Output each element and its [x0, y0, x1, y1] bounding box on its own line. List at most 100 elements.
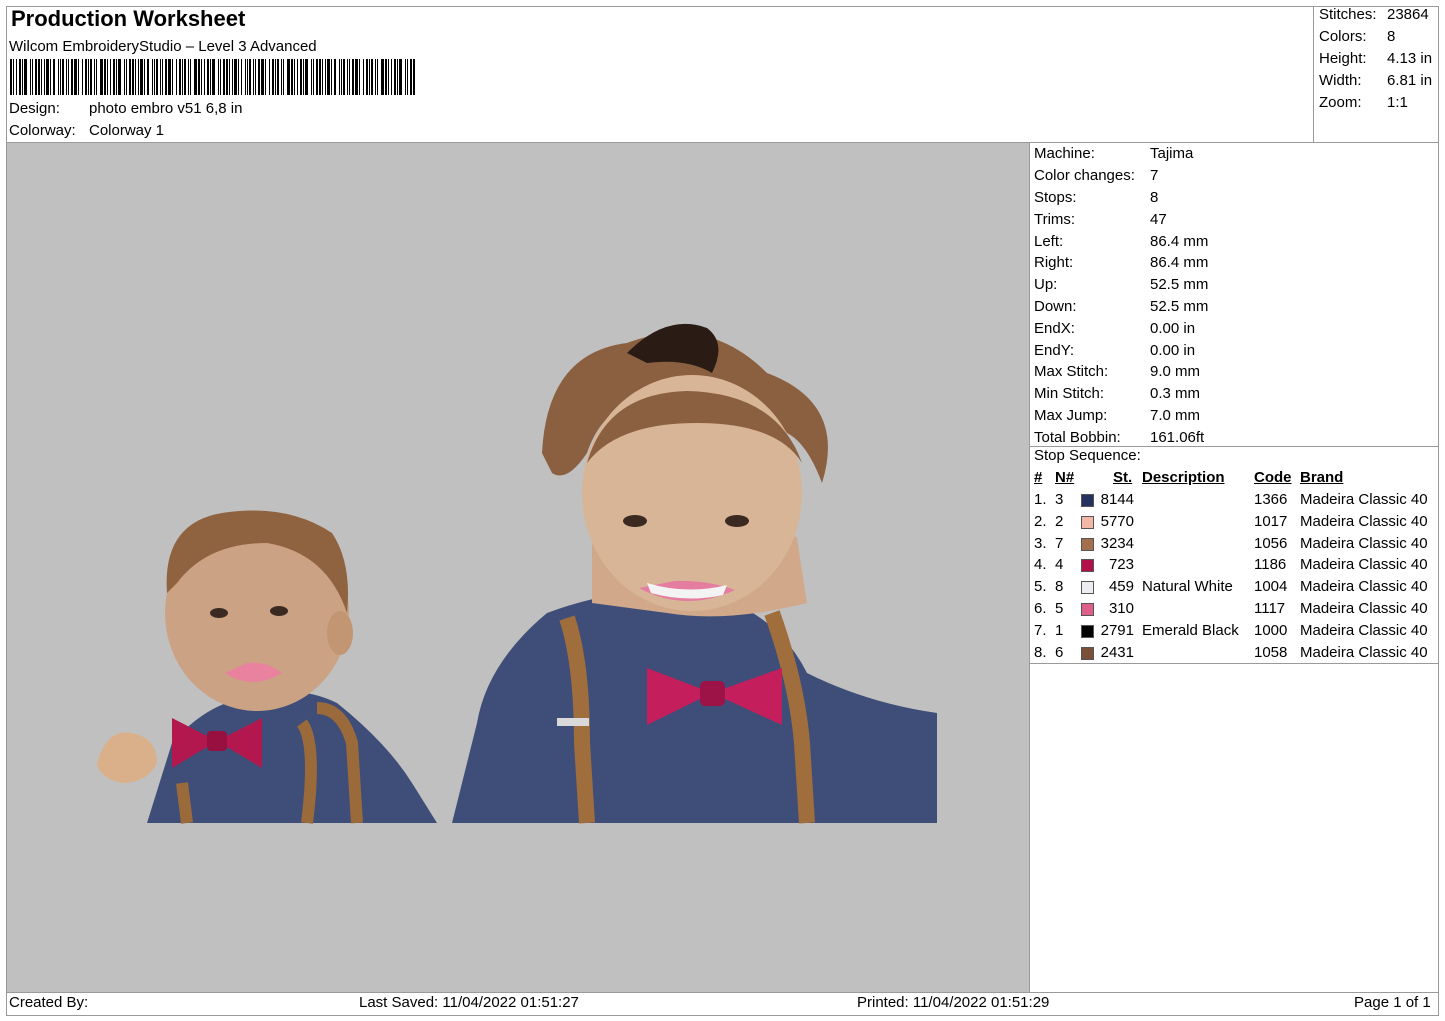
needle-number: 8 [1055, 578, 1064, 596]
barcode-bar [359, 59, 361, 95]
spec-label: Min Stitch: [1034, 385, 1105, 403]
zoom-label: Zoom: [1319, 94, 1362, 111]
thread-code: 1056 [1254, 534, 1288, 552]
barcode-bar [377, 59, 379, 95]
created-by: Created By: [9, 994, 89, 1011]
barcode-bar [375, 59, 377, 95]
barcode-bar [281, 59, 283, 95]
stop-sequence-row: 1. 3 8144 1366 Madeira Classic 40 [1034, 491, 1439, 513]
stop-sequence-row: 7. 1 2791 Emerald Black 1000 Madeira Classic … [1034, 622, 1439, 644]
spec-row: Down: 52.5 mm [1034, 296, 1439, 318]
stitches-label: Stitches: [1319, 6, 1377, 23]
spec-value: 52.5 mm [1150, 276, 1209, 294]
spec-label: Max Jump: [1034, 406, 1108, 424]
barcode-bar [203, 59, 205, 95]
barcode-bar [73, 59, 77, 95]
spec-label: EndY: [1034, 341, 1075, 359]
barcode-bar [193, 59, 197, 95]
spec-label: Color changes: [1034, 167, 1135, 185]
spec-label: Trims: [1034, 210, 1076, 228]
barcode-bar [413, 59, 416, 95]
spec-row: Total Bobbin: 161.06ft [1034, 426, 1439, 448]
barcode-bar [45, 59, 49, 95]
spec-row: EndX: 0.00 in [1034, 317, 1439, 339]
stop-sequence-row: 3. 7 3234 1056 Madeira Classic 40 [1034, 535, 1439, 557]
needle-number: 4 [1055, 556, 1064, 574]
barcode-bar [139, 59, 143, 95]
barcode-bar [49, 59, 51, 95]
printed-date: Printed: 11/04/2022 01:51:29 [857, 994, 1050, 1011]
colors-value: 8 [1387, 28, 1396, 45]
col-header-needle: N# [1055, 469, 1075, 486]
spec-value: 7.0 mm [1150, 406, 1201, 424]
barcode-bar [371, 59, 374, 95]
colorway-row: Colorway: Colorway 1 [9, 122, 164, 139]
stop-sequence-row: 6. 5 310 1117 Madeira Classic 40 [1034, 600, 1439, 622]
machine-specs-panel: Machine: Tajima Color changes: 7 Stops: 8 Trim… [1034, 143, 1439, 448]
thread-brand: Madeira Classic 40 [1300, 621, 1428, 639]
barcode-bar [93, 59, 95, 95]
barcode-bar [123, 59, 125, 95]
thread-code: 1017 [1254, 512, 1288, 530]
barcode-bar [247, 59, 249, 95]
barcode-bar [305, 59, 309, 95]
barcode-bar [57, 59, 59, 95]
barcode-bar [363, 59, 365, 95]
barcode-bar [311, 59, 313, 95]
barcode-bar [233, 59, 237, 95]
barcode-bar [237, 59, 239, 95]
barcode-bar [31, 59, 33, 95]
col-header-brand: Brand [1300, 469, 1344, 486]
barcode-bar [115, 59, 117, 95]
barcode-bar [106, 59, 108, 95]
row-number: 1. [1034, 491, 1047, 508]
barcode-bar [103, 59, 106, 95]
barcode-bar [397, 59, 399, 95]
frame-footer-top [6, 992, 1439, 993]
spec-row: Min Stitch: 0.3 mm [1034, 383, 1439, 405]
thread-brand: Madeira Classic 40 [1300, 534, 1428, 552]
barcode-bar [109, 59, 111, 95]
barcode-bar [407, 59, 409, 95]
spec-row: Right: 86.4 mm [1034, 252, 1439, 274]
barcode-bar [381, 59, 385, 95]
barcode-bar [265, 59, 267, 95]
spec-label: EndX: [1034, 319, 1075, 337]
spec-value: 0.3 mm [1150, 385, 1201, 403]
stitch-count: 723 [1108, 556, 1134, 574]
stitch-count: 3234 [1100, 534, 1134, 552]
barcode-bar [399, 59, 403, 95]
barcode-bar [339, 59, 341, 95]
barcode-bar [291, 59, 294, 95]
barcode-bar [21, 59, 23, 95]
height-value: 4.13 in [1387, 50, 1433, 67]
spec-row: Up: 52.5 mm [1034, 274, 1439, 296]
barcode-bar [87, 59, 89, 95]
barcode-bar [355, 59, 359, 95]
needle-number: 7 [1055, 534, 1064, 552]
barcode-bar [225, 59, 228, 95]
stitches-value: 23864 [1387, 6, 1429, 23]
stitch-count: 2791 [1100, 621, 1134, 639]
last-saved: Last Saved: 11/04/2022 01:51:27 [359, 994, 579, 1011]
thread-code: 1000 [1254, 621, 1288, 639]
thread-description: Natural White [1142, 578, 1233, 596]
barcode-bar [325, 59, 327, 95]
colorway-label: Colorway: [9, 122, 76, 139]
barcode-bar [275, 59, 277, 95]
needle-number: 3 [1055, 491, 1064, 508]
barcode-bar [77, 59, 79, 95]
row-number: 3. [1034, 534, 1047, 552]
spec-label: Max Stitch: [1034, 363, 1109, 381]
barcode-bar [34, 59, 37, 95]
barcode-bar [349, 59, 351, 95]
spec-value: 9.0 mm [1150, 363, 1201, 381]
barcode-bar [89, 59, 92, 95]
width-label: Width: [1319, 72, 1362, 89]
barcode-bar [385, 59, 388, 95]
barcode-bar [228, 59, 230, 95]
barcode-bar [341, 59, 343, 95]
width-value: 6.81 in [1387, 72, 1433, 89]
spec-row: Max Stitch: 9.0 mm [1034, 361, 1439, 383]
barcode-bar [334, 59, 337, 95]
